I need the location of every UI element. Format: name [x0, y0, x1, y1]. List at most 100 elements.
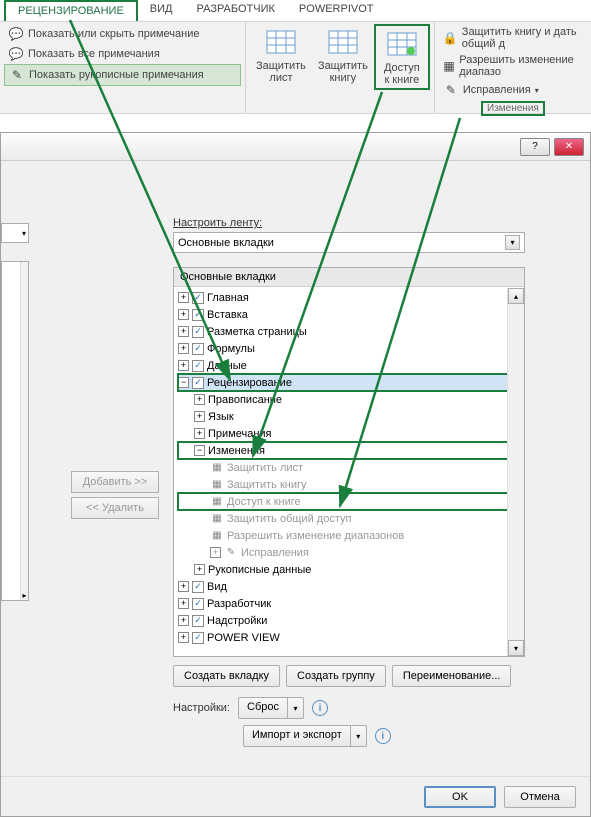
checkbox[interactable]: ✓ — [192, 292, 204, 304]
tree-row-protect-book[interactable]: ▦Защитить книгу — [178, 476, 520, 493]
options-dialog: ? ✕ ▾ ▸ Добавить >> << Удалить Настроить… — [0, 132, 591, 817]
rename-button[interactable]: Переименование... — [392, 665, 512, 687]
expand-icon[interactable]: + — [178, 632, 189, 643]
btn-protect-and-share[interactable]: 🔒 Защитить книгу и дать общий д — [439, 24, 587, 52]
checkbox[interactable]: ✓ — [192, 326, 204, 338]
checkbox[interactable]: ✓ — [192, 377, 204, 389]
checkbox[interactable]: ✓ — [192, 343, 204, 355]
tree-row-language[interactable]: +Язык — [178, 408, 520, 425]
expand-icon[interactable]: + — [210, 547, 221, 558]
tree-row-layout[interactable]: +✓Разметка страницы — [178, 323, 520, 340]
checkbox[interactable]: ✓ — [192, 309, 204, 321]
btn-show-hide-comment[interactable]: 💬 Показать или скрыть примечание — [4, 24, 241, 44]
close-button[interactable]: ✕ — [554, 138, 584, 156]
scroll-down[interactable]: ▾ — [508, 640, 524, 656]
grid-icon — [327, 26, 359, 58]
expand-icon[interactable]: + — [178, 309, 189, 320]
tree-row-ink[interactable]: +Рукописные данные — [178, 561, 520, 578]
tree-row-review[interactable]: −✓Рецензирование — [178, 374, 520, 391]
btn-allow-ranges[interactable]: ▦ Разрешить изменение диапазо — [439, 52, 587, 80]
collapse-icon[interactable]: − — [178, 377, 189, 388]
scroll-up[interactable]: ▴ — [508, 288, 524, 304]
expand-icon[interactable]: + — [194, 564, 205, 575]
btn-protect-sheet[interactable]: Защитить лист — [250, 24, 312, 86]
btn-show-all-comments[interactable]: 💬 Показать все примечания — [4, 44, 241, 64]
ribbon: 💬 Показать или скрыть примечание 💬 Показ… — [0, 22, 591, 114]
checkbox[interactable]: ✓ — [192, 360, 204, 372]
checkbox[interactable]: ✓ — [192, 615, 204, 627]
tree-row-track[interactable]: +✎Исправления — [178, 544, 520, 561]
tree-row-share-book[interactable]: ▦Доступ к книге — [178, 493, 520, 510]
expand-icon[interactable]: + — [178, 615, 189, 626]
tree-row-developer[interactable]: +✓Разработчик — [178, 595, 520, 612]
tree-row-protect-share[interactable]: ▦Защитить общий доступ — [178, 510, 520, 527]
expand-icon[interactable]: + — [178, 326, 189, 337]
settings-label: Настройки: — [173, 702, 230, 714]
tab-review[interactable]: РЕЦЕНЗИРОВАНИЕ — [4, 0, 138, 21]
tree-row-protect-sheet[interactable]: ▦Защитить лист — [178, 459, 520, 476]
left-combo-stub[interactable]: ▾ — [1, 223, 29, 243]
tree-row-spelling[interactable]: +Правописание — [178, 391, 520, 408]
tree-row-changes[interactable]: −Изменения — [178, 442, 520, 459]
btn-track-changes[interactable]: ✎ Исправления ▾ — [439, 80, 587, 100]
scrollbar[interactable]: ▴ ▾ — [507, 288, 524, 656]
tree-row-insert[interactable]: +✓Вставка — [178, 306, 520, 323]
cmd-icon: ▦ — [210, 529, 224, 543]
main-tabs-combo[interactable]: Основные вкладки ▾ — [173, 232, 525, 253]
tree-label: Исправления — [241, 547, 309, 559]
tree-row-home[interactable]: +✓Главная — [178, 289, 520, 306]
label: Защитить книгу и дать общий д — [462, 26, 583, 50]
checkbox[interactable]: ✓ — [192, 598, 204, 610]
left-list-stub[interactable]: ▸ — [1, 261, 29, 601]
tree-label: Разрешить изменение диапазонов — [227, 530, 404, 542]
expand-icon[interactable]: + — [194, 394, 205, 405]
add-button[interactable]: Добавить >> — [71, 471, 159, 493]
tree-header: Основные вкладки — [174, 268, 524, 287]
tree-label: Изменения — [208, 445, 265, 457]
tree-label: Доступ к книге — [227, 496, 301, 508]
expand-icon[interactable]: + — [178, 360, 189, 371]
cmd-icon: ▦ — [210, 512, 224, 526]
ok-button[interactable]: OK — [424, 786, 496, 808]
tree-row-powerview[interactable]: +✓POWER VIEW — [178, 629, 520, 646]
help-button[interactable]: ? — [520, 138, 550, 156]
new-group-button[interactable]: Создать группу — [286, 665, 386, 687]
tree-label: Разработчик — [207, 598, 271, 610]
collapse-icon[interactable]: − — [194, 445, 205, 456]
info-icon: i — [375, 728, 391, 744]
import-export-button[interactable]: Импорт и экспорт ▾ — [243, 725, 367, 747]
tab-developer[interactable]: РАЗРАБОТЧИК — [185, 0, 287, 21]
expand-icon[interactable]: + — [178, 598, 189, 609]
tree-label: Защитить лист — [227, 462, 303, 474]
checkbox[interactable]: ✓ — [192, 632, 204, 644]
tree-label: Защитить общий доступ — [227, 513, 351, 525]
btn-protect-book[interactable]: Защитить книгу — [312, 24, 374, 86]
reset-button[interactable]: Сброс ▾ — [238, 697, 304, 719]
group-label-changes: Изменения — [439, 100, 587, 117]
tree-row-allow-ranges[interactable]: ▦Разрешить изменение диапазонов — [178, 527, 520, 544]
tree-label: Главная — [207, 292, 249, 304]
cancel-button[interactable]: Отмена — [504, 786, 576, 808]
tree-row-data[interactable]: +✓Данные — [178, 357, 520, 374]
expand-icon[interactable]: + — [178, 343, 189, 354]
expand-icon[interactable]: + — [178, 581, 189, 592]
tab-view[interactable]: ВИД — [138, 0, 185, 21]
tree-label: Примечания — [208, 428, 272, 440]
tree-row-view[interactable]: +✓Вид — [178, 578, 520, 595]
btn-show-ink[interactable]: ✎ Показать рукописные примечания — [4, 64, 241, 86]
tree-label: Надстройки — [207, 615, 267, 627]
tree-row-formulas[interactable]: +✓Формулы — [178, 340, 520, 357]
remove-button[interactable]: << Удалить — [71, 497, 159, 519]
expand-icon[interactable]: + — [194, 428, 205, 439]
label: Показать или скрыть примечание — [28, 28, 199, 40]
btn-share-workbook[interactable]: Доступ к книге — [374, 24, 430, 90]
tree-row-addins[interactable]: +✓Надстройки — [178, 612, 520, 629]
tab-powerpivot[interactable]: POWERPIVOT — [287, 0, 386, 21]
expand-icon[interactable]: + — [194, 411, 205, 422]
chevron-down-icon: ▾ — [287, 698, 303, 718]
new-tab-button[interactable]: Создать вкладку — [173, 665, 280, 687]
lock-share-icon: 🔒 — [443, 30, 458, 46]
checkbox[interactable]: ✓ — [192, 581, 204, 593]
tree-row-comments[interactable]: +Примечания — [178, 425, 520, 442]
expand-icon[interactable]: + — [178, 292, 189, 303]
